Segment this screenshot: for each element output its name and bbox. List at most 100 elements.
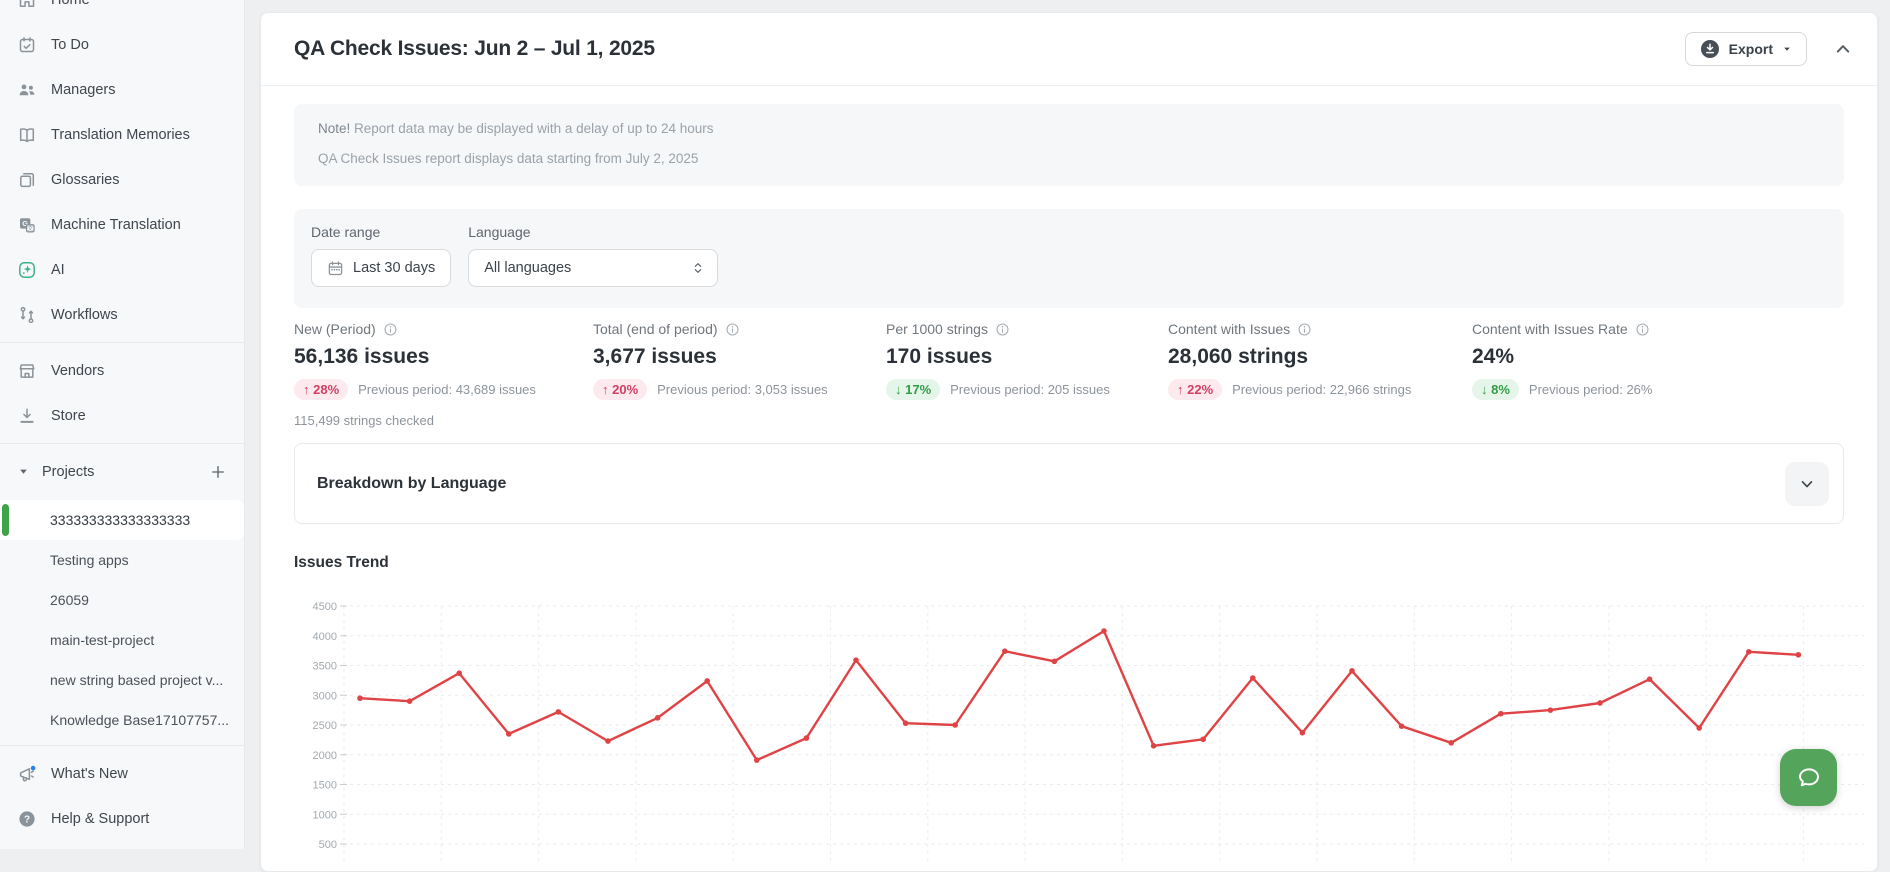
sidebar-item-workflows[interactable]: Workflows	[0, 292, 244, 337]
language-select[interactable]: All languages	[468, 249, 718, 287]
sidebar-item-ai[interactable]: AI	[0, 247, 244, 292]
report-header: QA Check Issues: Jun 2 – Jul 1, 2025 Exp…	[261, 13, 1877, 86]
svg-text:?: ?	[24, 814, 30, 825]
stat-previous-period: Previous period: 43,689 issues	[358, 382, 536, 397]
issues-trend-chart: 45004000350030002500200015001000500	[294, 581, 1874, 862]
svg-text:1500: 1500	[313, 780, 337, 792]
breakdown-title: Breakdown by Language	[317, 475, 506, 493]
stats-row: New (Period) 56,136 issues ↑ 28% Previous p…	[261, 321, 1877, 441]
stat-extra-line: 115,499 strings checked	[294, 413, 536, 428]
svg-text:4000: 4000	[313, 631, 337, 643]
help-icon: ?	[17, 809, 37, 829]
sidebar: Home To Do ManagersTranslation Memories Glo…	[0, 0, 245, 849]
select-updown-icon	[691, 261, 705, 275]
sidebar-project-26059[interactable]: 26059	[0, 580, 244, 620]
sidebar-item-help-support[interactable]: ? Help & Support	[0, 796, 244, 841]
stat-content-with-issues: Content with Issues28,060 strings↑ 22%Pr…	[1168, 321, 1411, 400]
info-icon[interactable]	[1297, 322, 1312, 337]
svg-text:2500: 2500	[313, 720, 337, 732]
store-icon	[17, 406, 37, 426]
stat-value: 24%	[1472, 345, 1652, 369]
info-icon[interactable]	[995, 322, 1010, 337]
filter-panel: Date range Last 30 days Language All lan…	[294, 209, 1844, 308]
stat-previous-period: Previous period: 22,966 strings	[1232, 382, 1411, 397]
svg-text:3000: 3000	[313, 690, 337, 702]
stat-label: Per 1000 strings	[886, 321, 988, 337]
svg-text:2000: 2000	[313, 750, 337, 762]
vendors-icon	[17, 361, 37, 381]
export-button-label: Export	[1729, 41, 1773, 57]
chat-widget-button[interactable]	[1780, 749, 1837, 806]
note-prefix: Note!	[318, 121, 350, 136]
stat-label: Total (end of period)	[593, 321, 718, 337]
sidebar-project-333333333333333333[interactable]: 333333333333333333	[0, 500, 244, 540]
language-label: Language	[468, 224, 718, 240]
sidebar-projects-header: Projects	[0, 449, 244, 494]
sidebar-project-knowledge-base17107757[interactable]: Knowledge Base17107757...	[0, 700, 244, 740]
sidebar-item-home[interactable]: Home	[0, 0, 244, 22]
stat-change-badge: ↓ 8%	[1472, 379, 1519, 400]
sidebar-item-to-do[interactable]: To Do	[0, 22, 244, 67]
info-icon[interactable]	[1635, 322, 1650, 337]
stat-change-badge: ↓ 17%	[886, 379, 940, 400]
stat-total-end-of-period: Total (end of period)3,677 issues↑ 20%Pr…	[593, 321, 828, 400]
sidebar-item-store[interactable]: Store	[0, 393, 244, 438]
stat-value: 3,677 issues	[593, 345, 828, 369]
collapse-panel-chevron-up-icon[interactable]	[1833, 39, 1853, 59]
todo-icon	[17, 35, 37, 55]
date-range-value: Last 30 days	[353, 260, 435, 276]
sidebar-project-testing-apps[interactable]: Testing apps	[0, 540, 244, 580]
export-button[interactable]: Export	[1685, 32, 1807, 66]
date-range-button[interactable]: Last 30 days	[311, 249, 451, 287]
breakdown-expand-button[interactable]	[1785, 462, 1829, 506]
breakdown-by-language-section[interactable]: Breakdown by Language	[294, 443, 1844, 524]
sidebar-item-label: Help & Support	[51, 811, 149, 827]
stat-new-period: New (Period) 56,136 issues ↑ 28% Previous p…	[294, 321, 536, 428]
download-icon	[1700, 39, 1720, 59]
add-project-plus-icon[interactable]	[210, 464, 226, 480]
svg-text:4500: 4500	[313, 601, 337, 613]
stat-label: Content with Issues Rate	[1472, 321, 1628, 337]
sidebar-item-label: What's New	[51, 766, 128, 782]
caret-down-icon	[1782, 44, 1792, 54]
sidebar-item-label: AI	[51, 262, 65, 278]
note-box: Note! Report data may be displayed with …	[294, 104, 1844, 186]
sidebar-project-main-test-project[interactable]: main-test-project	[0, 620, 244, 660]
language-select-value: All languages	[484, 260, 571, 276]
translation-memories-icon	[17, 125, 37, 145]
sidebar-item-translation-memories[interactable]: Translation Memories	[0, 112, 244, 157]
note-line-2: QA Check Issues report displays data sta…	[318, 151, 1820, 166]
sidebar-item-vendors[interactable]: Vendors	[0, 348, 244, 393]
stat-change-badge: ↑ 28%	[294, 379, 348, 400]
sidebar-divider	[0, 342, 244, 343]
whats-new-icon	[17, 764, 37, 784]
sidebar-item-machine-translation[interactable]: G文Machine Translation	[0, 202, 244, 247]
stat-previous-period: Previous period: 26%	[1529, 382, 1653, 397]
stat-label: New (Period)	[294, 321, 376, 337]
info-icon[interactable]	[725, 322, 740, 337]
stat-change-badge: ↑ 22%	[1168, 379, 1222, 400]
sidebar-item-label: Home	[51, 0, 90, 8]
stat-value: 56,136 issues	[294, 345, 536, 369]
sidebar-item-label: To Do	[51, 37, 89, 53]
issues-trend-title: Issues Trend	[294, 554, 389, 572]
report-card: QA Check Issues: Jun 2 – Jul 1, 2025 Exp…	[260, 12, 1878, 872]
sidebar-item-label: Vendors	[51, 363, 104, 379]
sidebar-project-new-string-based-project-v[interactable]: new string based project v...	[0, 660, 244, 700]
workflows-icon	[17, 305, 37, 325]
sidebar-item-glossaries[interactable]: Glossaries	[0, 157, 244, 202]
stat-value: 28,060 strings	[1168, 345, 1411, 369]
note-line-1: Note! Report data may be displayed with …	[318, 121, 1820, 136]
info-icon[interactable]	[383, 322, 398, 337]
sidebar-item-label: Glossaries	[51, 172, 120, 188]
sidebar-item-label: Machine Translation	[51, 217, 181, 233]
sidebar-divider	[0, 745, 244, 746]
sidebar-item-label: Workflows	[51, 307, 118, 323]
projects-caret-down-icon[interactable]	[18, 466, 29, 477]
sidebar-item-what-s-new[interactable]: What's New	[0, 751, 244, 796]
stat-per-1000-strings: Per 1000 strings170 issues↓ 17%Previous …	[886, 321, 1110, 400]
stat-value: 170 issues	[886, 345, 1110, 369]
sidebar-item-managers[interactable]: Managers	[0, 67, 244, 112]
page-title: QA Check Issues: Jun 2 – Jul 1, 2025	[294, 37, 655, 61]
note-line-1-text: Report data may be displayed with a dela…	[350, 121, 713, 136]
